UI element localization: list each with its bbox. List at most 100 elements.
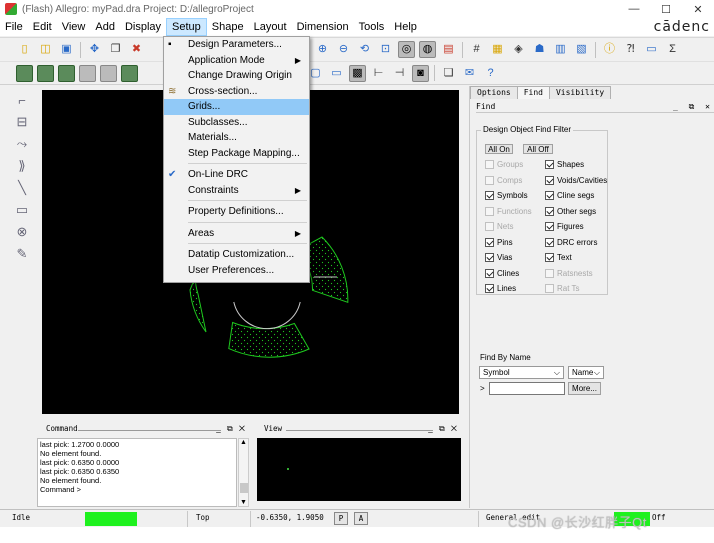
filter-pins-checkbox[interactable]: Pins (485, 237, 513, 248)
menu-item-design-parameters[interactable]: ▪ Design Parameters... (164, 37, 309, 53)
constraint-manager-icon[interactable]: ▥ (552, 41, 569, 58)
status-icon[interactable]: ▧ (573, 41, 590, 58)
zoom-fit-icon[interactable]: ⊡ (377, 41, 394, 58)
tab-options[interactable]: Options (470, 86, 518, 99)
filter-nets-checkbox[interactable]: Nets (485, 221, 513, 232)
command-output[interactable]: last pick: 1.2700 0.0000 No element foun… (37, 438, 237, 507)
sigma-icon[interactable]: Σ (664, 41, 681, 58)
layer-icon[interactable]: ☗ (531, 41, 548, 58)
minimize-icon[interactable]: _ (216, 424, 222, 433)
measure-icon[interactable]: ▭ (643, 41, 660, 58)
filter-clines-checkbox[interactable]: Clines (485, 268, 519, 279)
new-file-icon[interactable]: ▯ (16, 41, 33, 58)
help-pointer-icon[interactable]: ⁈ (622, 41, 639, 58)
minimize-button[interactable]: — (618, 0, 650, 18)
filter-figures-checkbox[interactable]: Figures (545, 221, 584, 232)
menu-item-materials[interactable]: Materials... (164, 130, 309, 146)
rectangle-icon[interactable]: ▭ (13, 201, 31, 219)
layer-bottom-icon[interactable] (37, 64, 54, 82)
world-view-canvas[interactable] (257, 438, 461, 501)
scroll-up-icon[interactable]: ▲ (240, 439, 247, 446)
layer-swap-icon[interactable] (58, 64, 75, 82)
mail-icon[interactable]: ✉ (461, 65, 478, 82)
filter-rat-ts-checkbox[interactable]: Rat Ts (545, 283, 580, 294)
pick-mode-button[interactable]: P (334, 512, 348, 525)
layer-all-icon[interactable] (79, 64, 96, 82)
menu-item-grids[interactable]: Grids... (164, 99, 309, 115)
lock-icon[interactable]: ▩ (349, 64, 366, 82)
tab-find[interactable]: Find (516, 86, 550, 99)
menu-display[interactable]: Display (120, 18, 166, 36)
slide-icon[interactable]: ⟫ (13, 157, 31, 175)
menu-file[interactable]: File (0, 18, 28, 36)
close-button[interactable]: ✕ (682, 0, 714, 18)
camera-icon[interactable]: ◙ (412, 64, 429, 82)
open-folder-icon[interactable]: ◫ (37, 41, 54, 58)
command-scrollbar[interactable]: ▲ ▼ (238, 438, 249, 507)
minimize-icon[interactable]: _ (428, 424, 434, 433)
menu-view[interactable]: View (57, 18, 91, 36)
active-layer[interactable]: Top (196, 513, 210, 522)
zoom-out-icon[interactable]: ⊖ (335, 41, 352, 58)
close-icon[interactable]: ✕ (239, 424, 247, 433)
redraw-icon[interactable]: ◎ (398, 41, 415, 58)
filter-lines-checkbox[interactable]: Lines (485, 283, 516, 294)
pad-segment-bottom[interactable] (228, 321, 310, 358)
window-icon[interactable]: ▭ (328, 65, 345, 82)
match-mode-select[interactable]: Name ⌵ (568, 366, 604, 379)
menu-add[interactable]: Add (90, 18, 120, 36)
menu-item-property-definitions[interactable]: Property Definitions... (164, 204, 309, 220)
edit-shape-icon[interactable]: ⊟ (13, 113, 31, 131)
3d-view-icon[interactable]: ◍ (419, 41, 436, 58)
menu-item-step-package-mapping[interactable]: Step Package Mapping... (164, 146, 309, 162)
more-button[interactable]: More... (568, 382, 601, 395)
filter-comps-checkbox[interactable]: Comps (485, 175, 522, 186)
drc-status[interactable]: Off (652, 513, 666, 522)
maximize-button[interactable]: ☐ (650, 0, 682, 18)
draw-line-icon[interactable]: ╲ (13, 179, 31, 197)
grid-icon[interactable]: # (468, 41, 485, 58)
menu-item-user-preferences[interactable]: User Preferences... (164, 263, 309, 279)
zoom-previous-icon[interactable]: ⟲ (356, 41, 373, 58)
filter-symbols-checkbox[interactable]: Symbols (485, 190, 528, 201)
tab-visibility[interactable]: Visibility (548, 86, 612, 99)
align-vertical-icon[interactable]: ⊣ (391, 65, 408, 82)
pad-segment-left[interactable] (189, 276, 207, 333)
menu-setup[interactable]: Setup (166, 18, 207, 36)
float-icon[interactable]: ⧉ (439, 424, 447, 433)
text-edit-icon[interactable]: ✎ (13, 245, 31, 263)
save-icon[interactable]: ▣ (58, 41, 75, 58)
filter-groups-checkbox[interactable]: Groups (485, 159, 523, 170)
help-icon[interactable]: ? (482, 65, 499, 82)
filter-other-segs-checkbox[interactable]: Other segs (545, 206, 596, 217)
minimize-icon[interactable]: _ (673, 102, 681, 111)
route-icon[interactable]: ⤳ (13, 135, 31, 153)
shadow-mode-icon[interactable]: ◈ (510, 41, 527, 58)
menu-item-online-drc[interactable]: ✔ On-Line DRC (164, 167, 309, 183)
scroll-down-icon[interactable]: ▼ (240, 499, 247, 506)
menu-item-constraints[interactable]: Constraints ▶ (164, 183, 309, 199)
zoom-in-icon[interactable]: ⊕ (314, 41, 331, 58)
menu-item-areas[interactable]: Areas ▶ (164, 226, 309, 242)
menu-item-change-drawing-origin[interactable]: Change Drawing Origin (164, 68, 309, 84)
object-type-select[interactable]: Symbol ⌵ (479, 366, 564, 379)
info-icon[interactable]: ⓘ (601, 41, 618, 58)
absolute-mode-button[interactable]: A (354, 512, 368, 525)
all-on-button[interactable]: All On (485, 144, 513, 154)
align-horizontal-icon[interactable]: ⊢ (370, 65, 387, 82)
all-off-button[interactable]: All Off (523, 144, 553, 154)
menu-item-application-mode[interactable]: Application Mode ▶ (164, 53, 309, 69)
add-line-icon[interactable]: ⌐ (13, 91, 31, 109)
layer-visible-icon[interactable] (121, 64, 138, 82)
via-icon[interactable]: ⊗ (13, 223, 31, 241)
menu-tools[interactable]: Tools (354, 18, 390, 36)
filter-voids-checkbox[interactable]: Voids/Cavities (545, 175, 607, 186)
color-icon[interactable]: ▦ (489, 41, 506, 58)
move-icon[interactable]: ✥ (86, 41, 103, 58)
menu-edit[interactable]: Edit (28, 18, 57, 36)
menu-shape[interactable]: Shape (207, 18, 249, 36)
filter-cline-segs-checkbox[interactable]: Cline segs (545, 190, 594, 201)
filter-vias-checkbox[interactable]: Vias (485, 252, 512, 263)
delete-icon[interactable]: ✖ (128, 41, 145, 58)
menu-item-datatip-customization[interactable]: Datatip Customization... (164, 247, 309, 263)
